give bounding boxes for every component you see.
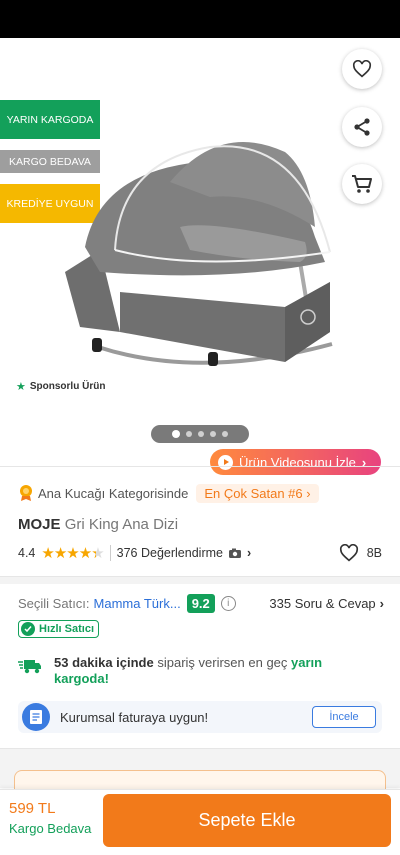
medal-icon	[20, 485, 32, 501]
cart-icon	[352, 175, 372, 193]
product-name: Gri King Ana Dizi	[64, 516, 179, 533]
heart-icon	[352, 60, 372, 78]
play-icon	[218, 454, 233, 470]
price: 599 TL	[9, 800, 56, 817]
category-rank-row[interactable]: Ana Kucağı Kategorisinde En Çok Satan #6…	[18, 482, 319, 504]
bottom-action-bar: 599 TL Kargo Bedava Sepete Ekle	[0, 789, 400, 855]
favorite-button[interactable]	[342, 49, 382, 89]
rating-row: 4.4 ★★★★★ 376 Değerlendirme › 8B	[18, 543, 382, 563]
product-gallery[interactable]: YARIN KARGODA KARGO BEDAVA KREDİYE UYGUN…	[0, 38, 400, 475]
section-divider	[0, 576, 400, 584]
product-title: MOJE Gri King Ana Dizi	[18, 516, 178, 533]
chevron-right-icon: ›	[379, 595, 384, 611]
invoice-text: Kurumsal faturaya uygun!	[60, 709, 209, 725]
delivery-text: 53 dakika içinde sipariş verirsen en geç…	[54, 655, 378, 687]
watch-video-button[interactable]: Ürün Videosunu İzle ›	[210, 449, 381, 475]
qa-link[interactable]: 335 Soru & Cevap ›	[269, 596, 384, 611]
star-icon: ★	[78, 545, 92, 562]
heart-icon	[339, 544, 358, 562]
info-icon[interactable]: i	[220, 595, 236, 611]
category-text: Ana Kucağı Kategorisinde	[38, 485, 189, 501]
brand-name[interactable]: MOJE	[18, 516, 61, 533]
best-seller-label: En Çok Satan #6	[204, 485, 303, 501]
qa-label: 335 Soru & Cevap	[269, 595, 376, 611]
review-count: 376 Değerlendirme	[116, 546, 223, 560]
sponsored-label: ★ Sponsorlu Ürün	[16, 380, 105, 393]
pagination-dot[interactable]	[186, 431, 192, 437]
pagination-dot[interactable]	[198, 431, 204, 437]
pagination-dot[interactable]	[210, 431, 216, 437]
free-shipping-label: Kargo Bedava	[9, 821, 92, 836]
star-icon: ★	[41, 545, 54, 562]
seller-label: Seçili Satıcı:	[18, 595, 90, 611]
best-seller-chip[interactable]: En Çok Satan #6 ›	[196, 483, 319, 503]
watch-video-label: Ürün Videosunu İzle	[239, 454, 356, 470]
back-arrow-icon	[15, 61, 36, 79]
pagination-dot[interactable]	[222, 431, 228, 437]
delivery-info: 53 dakika içinde sipariş verirsen en geç…	[18, 655, 378, 687]
rating-value: 4.4	[18, 546, 36, 560]
invoice-icon	[22, 703, 50, 731]
check-icon	[21, 622, 35, 636]
fast-seller-badge: Hızlı Satıcı	[18, 620, 100, 638]
sponsored-text: Sponsorlu Ürün	[29, 381, 106, 392]
review-count-link[interactable]: 376 Değerlendirme ›	[117, 546, 251, 560]
rating-separator	[109, 545, 111, 561]
divider	[0, 466, 400, 467]
seller-name-link[interactable]: Mamma Türk...	[94, 596, 181, 611]
star-icon: ★	[16, 381, 26, 393]
delivery-middle: sipariş verirsen en geç	[153, 655, 292, 670]
status-bar	[0, 0, 400, 38]
seller-row: Seçili Satıcı: Mamma Türk... 9.2 i 335 S…	[18, 592, 384, 614]
delivery-truck-icon	[18, 660, 41, 674]
promo-card[interactable]	[14, 770, 386, 790]
back-button[interactable]	[14, 58, 50, 82]
seller-score-badge: 9.2	[186, 593, 215, 613]
favorite-count[interactable]: 8B	[339, 544, 382, 562]
invoice-inspect-button[interactable]: İncele	[312, 706, 376, 728]
corporate-invoice-box: Kurumsal faturaya uygun! İncele	[18, 701, 382, 733]
add-to-cart-button[interactable]: Sepete Ekle	[103, 794, 391, 847]
chevron-right-icon: ›	[246, 546, 252, 560]
fast-seller-label: Hızlı Satıcı	[39, 623, 95, 635]
product-image[interactable]	[60, 132, 350, 382]
chevron-right-icon: ›	[361, 454, 367, 470]
delivery-time: 53 dakika içinde	[54, 655, 154, 670]
rating-stars: ★★★★★	[41, 544, 104, 562]
star-icon: ★	[91, 545, 104, 562]
share-icon	[354, 118, 370, 136]
favorite-count-value: 8B	[366, 546, 382, 560]
image-pagination[interactable]	[151, 425, 249, 443]
pagination-dot[interactable]	[172, 430, 180, 438]
star-icon: ★	[53, 545, 67, 562]
chevron-right-icon: ›	[306, 485, 311, 501]
star-icon: ★	[66, 545, 79, 562]
camera-icon	[228, 548, 241, 558]
